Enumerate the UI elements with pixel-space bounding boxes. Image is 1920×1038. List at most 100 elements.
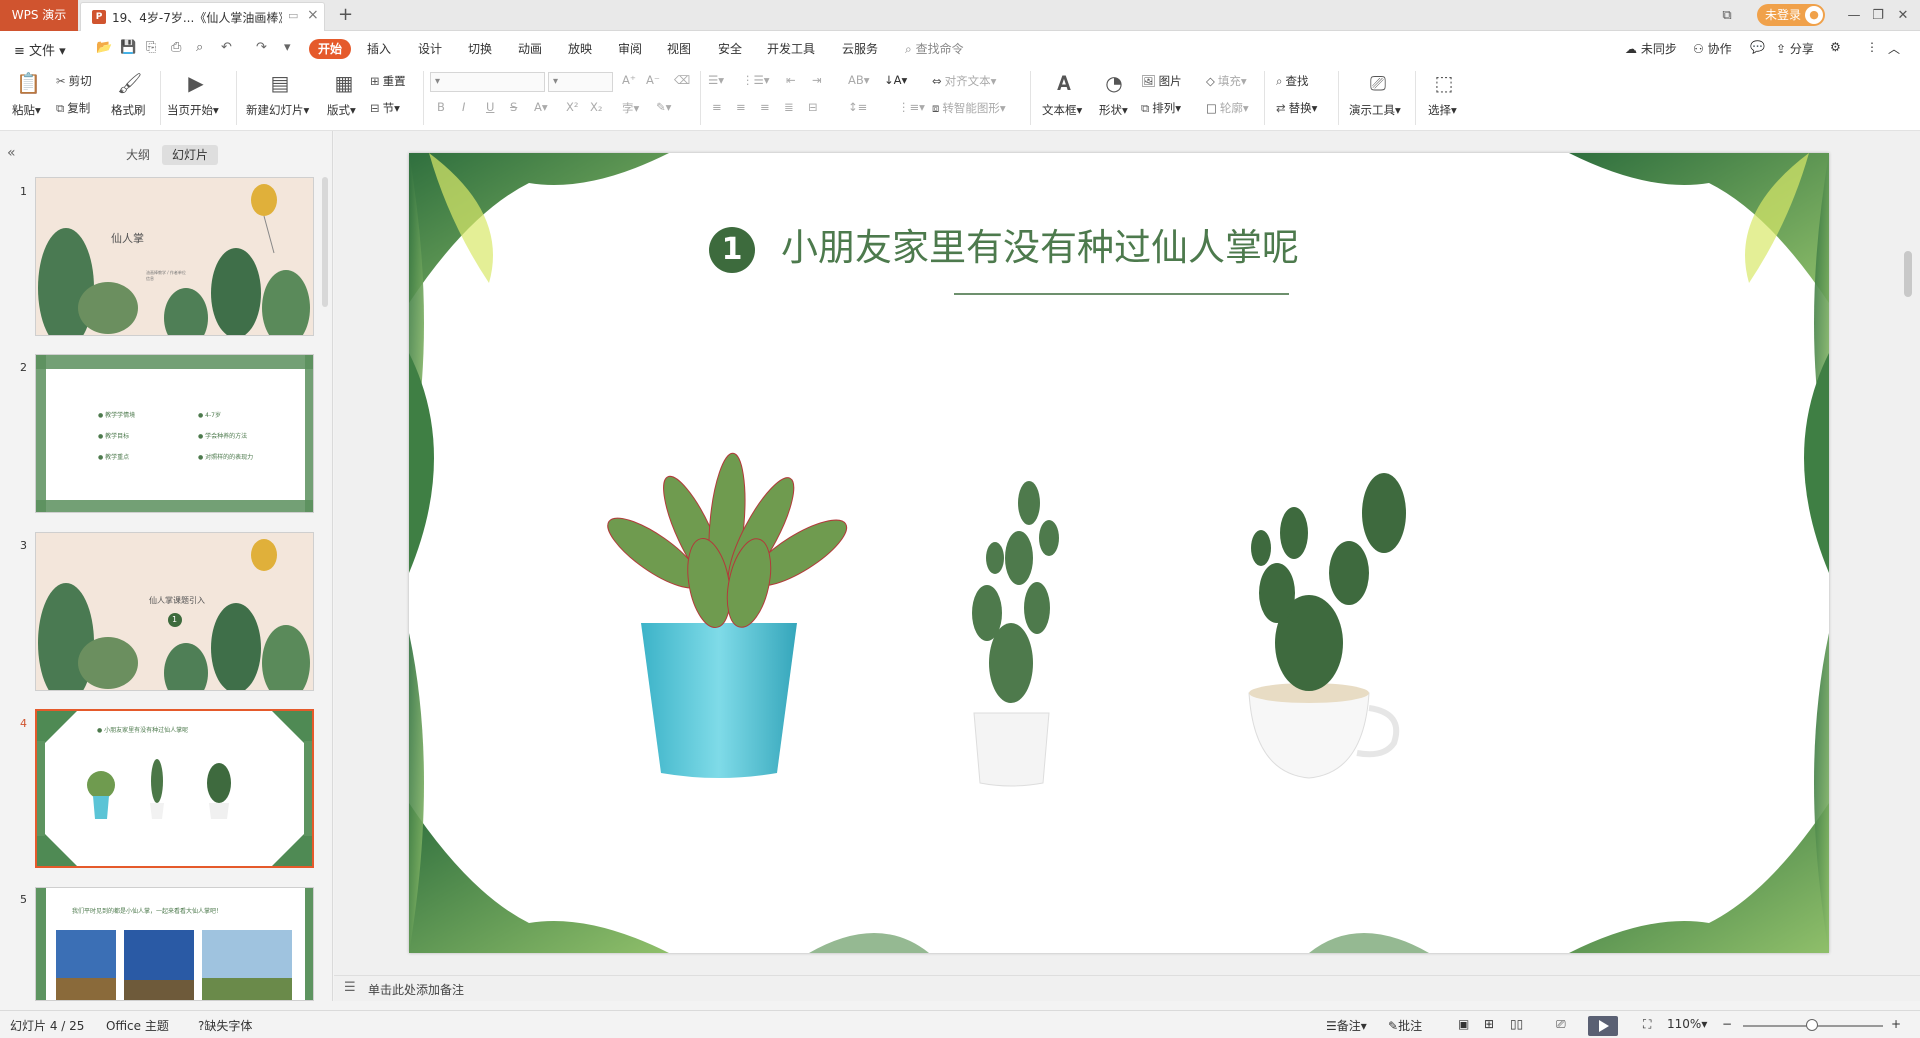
tab-animation[interactable]: 动画 [518, 39, 542, 59]
slide-thumbnail-3[interactable]: 仙人掌课题引入 1 [35, 532, 314, 691]
comment-icon[interactable]: 💬 [1750, 40, 1765, 54]
clear-format-icon[interactable]: ⌫ [674, 73, 690, 87]
bold-icon[interactable]: B [437, 100, 445, 114]
play-circle-icon[interactable]: ▶ [184, 71, 208, 95]
notes-toggle[interactable]: ☰备注▾ [1326, 1017, 1367, 1034]
editor-scrollbar[interactable] [1904, 251, 1912, 297]
textbox-icon[interactable]: 𝐀 [1052, 71, 1076, 95]
format-painter-label[interactable]: 格式刷 [111, 102, 146, 118]
highlight-icon[interactable]: ✎▾ [656, 100, 671, 114]
text-direction-icon[interactable]: AB▾ [848, 73, 870, 87]
sort-icon[interactable]: ↓A▾ [884, 73, 907, 87]
tab-review[interactable]: 审阅 [618, 39, 642, 59]
subscript-icon[interactable]: X₂ [590, 100, 603, 114]
font-size-select[interactable]: ▾ [548, 72, 613, 92]
text-effect-icon[interactable]: 孛▾ [622, 100, 639, 116]
align-right-icon[interactable]: ≡ [760, 100, 770, 114]
copy-button[interactable]: ⧉ 复制 [56, 100, 90, 116]
restore-icon[interactable]: ❐ [1868, 3, 1888, 28]
share-button[interactable]: ⇪ 分享 [1776, 40, 1814, 57]
align-center-icon[interactable]: ≡ [736, 100, 746, 114]
slide-thumbnail-5[interactable]: 我们平时见到的都是小仙人掌，一起来看看大仙人掌吧！ [35, 887, 314, 1001]
slide-thumbnail-1[interactable]: 仙人掌 油画棒教学 / 作者单位信息 [35, 177, 314, 336]
italic-icon[interactable]: I [462, 100, 465, 114]
minimize-icon[interactable]: — [1844, 3, 1864, 28]
strikethrough-icon[interactable]: S [510, 100, 517, 114]
zoom-in-icon[interactable]: + [1891, 1017, 1901, 1031]
zoom-out-icon[interactable]: − [1722, 1017, 1732, 1031]
fill-button[interactable]: ◇ 填充▾ [1206, 73, 1247, 89]
close-tab-icon[interactable]: × [307, 7, 319, 23]
superscript-icon[interactable]: X² [566, 100, 579, 114]
play-from-current-button[interactable]: 当页开始▾ [167, 102, 219, 118]
collab-button[interactable]: ⚇ 协作 [1693, 40, 1732, 57]
document-tab[interactable]: P 19、4岁-7岁...《仙人掌油画棒》 ▭ × [80, 2, 325, 31]
align-left-icon[interactable]: ≡ [712, 100, 722, 114]
shape-icon[interactable]: ◔ [1102, 71, 1126, 95]
cut-button[interactable]: ✂ 剪切 [56, 73, 92, 89]
tab-developer[interactable]: 开发工具 [767, 39, 815, 59]
select-button[interactable]: 选择▾ [1428, 102, 1457, 118]
font-color-icon[interactable]: A▾ [534, 100, 548, 114]
tab-slideshow[interactable]: 放映 [568, 39, 592, 59]
replace-button[interactable]: ⇄ 替换▾ [1276, 100, 1317, 116]
close-icon[interactable]: ✕ [1893, 3, 1913, 28]
tab-transition[interactable]: 切换 [468, 39, 492, 59]
file-menu[interactable]: ≡ 文件 ▾ [14, 40, 66, 59]
fit-window-icon[interactable]: ⛶ [1643, 1017, 1651, 1032]
login-button[interactable]: 未登录 ● [1757, 4, 1825, 26]
outline-button[interactable]: □ 轮廓▾ [1206, 100, 1249, 116]
zoom-level[interactable]: 110%▾ [1667, 1017, 1707, 1031]
align-text-button[interactable]: ⇔ 对齐文本▾ [932, 73, 996, 89]
missing-font-button[interactable]: ?缺失字体 [198, 1017, 252, 1034]
settings-icon[interactable]: ⚙ [1830, 40, 1841, 54]
slide-canvas[interactable]: 1 小朋友家里有没有种过仙人掌呢 [409, 153, 1829, 953]
tab-slides[interactable]: 幻灯片 [162, 145, 218, 165]
presentation-tools-button[interactable]: 演示工具▾ [1349, 102, 1401, 118]
paste-icon[interactable]: 📋 [16, 71, 41, 95]
slide-thumbnail-4[interactable]: ● 小朋友家里有没有种过仙人掌呢 [35, 709, 314, 868]
shape-button[interactable]: 形状▾ [1099, 102, 1128, 118]
tab-design[interactable]: 设计 [418, 39, 442, 59]
bullet-list-icon[interactable]: ☰▾ [708, 73, 724, 87]
comments-toggle[interactable]: ✎批注 [1388, 1017, 1422, 1034]
new-slide-icon[interactable]: ▤ [268, 71, 292, 95]
redo-icon[interactable]: ↷ [256, 40, 267, 55]
slide-title[interactable]: 小朋友家里有没有种过仙人掌呢 [781, 217, 1299, 271]
font-grow-icon[interactable]: A⁺ [622, 73, 636, 87]
column-icon[interactable]: ⋮≡▾ [898, 100, 925, 114]
quick-access-dropdown-icon[interactable]: ▾ [284, 40, 291, 55]
tab-security[interactable]: 安全 [718, 39, 742, 59]
decrease-indent-icon[interactable]: ⇤ [786, 73, 796, 87]
presentation-tools-icon[interactable]: ⎚ [1366, 71, 1390, 95]
layout-button[interactable]: 版式▾ [327, 102, 356, 118]
theme-name[interactable]: Office 主题 [106, 1017, 169, 1034]
search-command[interactable]: ⌕ 查找命令 [905, 40, 964, 57]
sorter-view-icon[interactable]: ⊞ [1484, 1017, 1494, 1031]
font-family-select[interactable]: ▾ [430, 72, 545, 92]
app-tab[interactable]: WPS 演示 [0, 0, 78, 31]
increase-indent-icon[interactable]: ⇥ [812, 73, 822, 87]
tab-outline[interactable]: 大纲 [116, 145, 160, 165]
section-button[interactable]: ⊟ 节▾ [370, 100, 400, 116]
notes-bar[interactable]: ☰ 单击此处添加备注 [334, 975, 1920, 1001]
paste-button[interactable]: 粘贴▾ [12, 102, 41, 118]
collapse-panel-icon[interactable]: « [7, 145, 16, 161]
format-painter-icon[interactable]: 🖌 [117, 71, 142, 95]
undo-icon[interactable]: ↶ [221, 40, 232, 55]
smartart-button[interactable]: ⧈ 转智能图形▾ [932, 100, 1006, 116]
tab-insert[interactable]: 插入 [367, 39, 391, 59]
font-shrink-icon[interactable]: A⁻ [646, 73, 660, 87]
play-slideshow-button[interactable] [1588, 1016, 1618, 1036]
textbox-button[interactable]: 文本框▾ [1042, 102, 1082, 118]
save-icon[interactable]: 💾 [120, 40, 136, 55]
tab-cloud[interactable]: 云服务 [842, 39, 878, 59]
collapse-ribbon-icon[interactable]: ︿ [1888, 40, 1900, 57]
underline-icon[interactable]: U [486, 100, 494, 114]
reading-view-icon[interactable]: ▯▯ [1510, 1017, 1523, 1031]
new-slide-button[interactable]: 新建幻灯片▾ [246, 102, 309, 118]
tab-float-icon[interactable]: ▭ [288, 9, 298, 22]
more-icon[interactable]: ⋮ [1866, 40, 1878, 54]
reset-button[interactable]: ⊞ 重置 [370, 73, 406, 89]
select-cursor-icon[interactable]: ⬚ [1432, 71, 1456, 95]
